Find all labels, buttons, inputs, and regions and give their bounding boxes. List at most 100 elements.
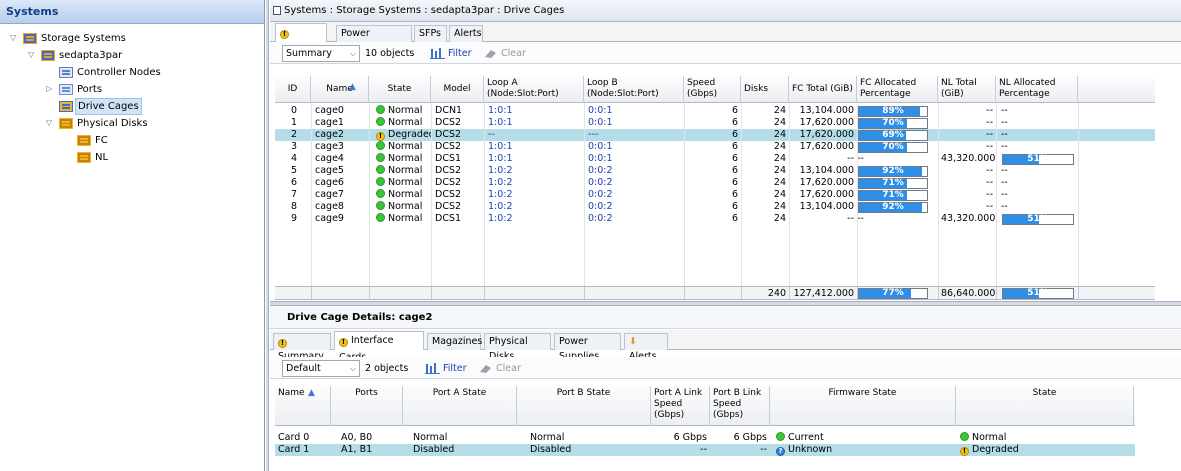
tree-item-sedapta3par[interactable]: ▽ sedapta3par [0, 47, 264, 64]
table-row[interactable]: 4 cage4 Normal DCS1 1:0:1 0:0:1 6 24 -- 43,320.00… [275, 153, 1155, 165]
column-divider [996, 287, 997, 299]
tree-item-ports[interactable]: ▷ Ports [0, 81, 264, 98]
column-header[interactable]: Port B State [517, 386, 651, 426]
cell-nl_total: -- [938, 105, 996, 117]
cell-speed: 6 [684, 189, 741, 201]
cell-id: 8 [275, 201, 311, 213]
tree-item-label: Controller Nodes [77, 67, 161, 78]
tree-item-physical-disks[interactable]: ▽ Physical Disks [0, 115, 264, 132]
view-select[interactable]: Summary ⌵ [282, 45, 360, 62]
column-header[interactable]: NL Total (GiB) [938, 76, 996, 103]
cell-text: 43,320.000 [941, 213, 996, 224]
cell-loopA: 1:0:1 [484, 141, 584, 153]
column-header[interactable]: State [369, 76, 431, 103]
column-header[interactable]: Loop A (Node:Slot:Port) [484, 76, 584, 103]
column-header[interactable]: Name ▲ [275, 386, 331, 426]
cell-portA: Normal [403, 432, 517, 444]
tree-item-drive-cages[interactable]: Drive Cages [0, 98, 264, 115]
table-row[interactable]: 5 cage5 Normal DCS2 1:0:2 0:0:2 6 24 13,104.000 -… [275, 165, 1155, 177]
tab-power-supplies[interactable]: Power Supplies [554, 333, 621, 362]
column-header[interactable]: Speed (Gbps) [684, 76, 741, 103]
sort-ascending-icon[interactable]: ▲ [349, 76, 356, 98]
cell-text: -- [986, 165, 993, 176]
column-header[interactable]: State [956, 386, 1134, 426]
column-header-label: State [387, 84, 412, 94]
sort-ascending-icon[interactable]: ▲ [308, 388, 315, 399]
horizontal-splitter[interactable] [270, 301, 1181, 306]
column-divider [684, 103, 685, 286]
table-row[interactable]: 3 cage3 Normal DCS2 1:0:1 0:0:1 6 24 17,620.000 -… [275, 141, 1155, 153]
cell-text: Normal [388, 105, 423, 116]
expanded-arrow-icon[interactable]: ▽ [10, 32, 20, 44]
column-header[interactable]: Name ▲ [311, 76, 369, 103]
collapsed-arrow-icon[interactable]: ▷ [46, 83, 56, 95]
vertical-splitter[interactable] [265, 0, 269, 471]
column-header[interactable]: Disks [741, 76, 789, 103]
column-header[interactable]: Ports [331, 386, 403, 426]
cell-state: ! Degraded [956, 444, 1134, 456]
bar-value: 51% [1027, 154, 1049, 164]
bar-value: 70% [882, 142, 904, 152]
expanded-arrow-icon[interactable]: ▽ [28, 49, 38, 61]
column-header[interactable]: FC Allocated Percentage [857, 76, 938, 103]
cell-loopA: 1:0:1 [484, 105, 584, 117]
column-header[interactable]: ID [275, 76, 311, 103]
tree-item-fc[interactable]: FC [0, 132, 264, 149]
cell-state: Normal [369, 153, 431, 165]
column-header[interactable]: NL Allocated Percentage [996, 76, 1078, 103]
details-tabbar: !Summary!Interface Cards MagazinesPhysica… [270, 330, 1181, 363]
cell-text: Degraded [388, 129, 431, 140]
cell-text: -- [986, 105, 993, 116]
table-row[interactable]: 0 cage0 Normal DCN1 1:0:1 0:0:1 6 24 13,104.000 -… [275, 105, 1155, 117]
tab-magazines[interactable]: Magazines [427, 333, 482, 350]
cell-disks: 24 [741, 201, 789, 213]
table-row[interactable]: Card 0 A0, B0 Normal Normal 6 Gbps 6 Gbps Curr… [275, 432, 1135, 444]
details-filter-button[interactable]: Filter [425, 360, 467, 377]
column-header[interactable]: Port A State [403, 386, 517, 426]
column-header[interactable]: Port A Link Speed (Gbps) [651, 386, 710, 426]
clear-button[interactable]: Clear [483, 45, 526, 62]
expanded-arrow-icon[interactable]: ▽ [46, 117, 56, 129]
cell-loopB: 0:0:2 [584, 165, 684, 177]
total-fc: 127,412.000 [793, 288, 854, 299]
cell-nl_total: -- [938, 141, 996, 153]
tab-summary[interactable]: !Summary [275, 23, 327, 55]
tab-power-supplies[interactable]: Power Supplies [336, 25, 412, 54]
cell-text: Normal [388, 117, 423, 128]
tree-item-storage-systems[interactable]: ▽ Storage Systems [0, 30, 264, 47]
details-clear-button[interactable]: Clear [478, 360, 521, 377]
column-header-label: Port A State [432, 388, 487, 398]
table-row[interactable]: 6 cage6 Normal DCS2 1:0:2 0:0:2 6 24 17,620.000 -… [275, 177, 1155, 189]
tab-alerts[interactable]: Alerts [449, 25, 483, 42]
cell-name: cage7 [311, 189, 369, 201]
tree-item-nl[interactable]: NL [0, 149, 264, 166]
tree-item-controller-nodes[interactable]: Controller Nodes [0, 64, 264, 81]
tab-alerts[interactable]: ⬇ Alerts [624, 333, 668, 362]
column-header[interactable]: Port B Link Speed (Gbps) [710, 386, 770, 426]
cell-name: Card 0 [275, 432, 331, 444]
table-row[interactable]: 2 cage2! Degraded DCS2 -- --- 6 24 17,620.000 -- 6… [275, 129, 1155, 141]
cell-text: 1:0:2 [488, 213, 513, 224]
table-row[interactable]: 9 cage9 Normal DCS1 1:0:2 0:0:2 6 24 -- 43,320.00… [275, 213, 1155, 225]
column-header[interactable]: Loop B (Node:Slot:Port) [584, 76, 684, 103]
cell-state: ! Degraded [369, 129, 431, 141]
bar-value: 69% [882, 130, 904, 140]
column-header-label: Firmware State [828, 388, 897, 398]
column-header[interactable]: FC Total (GiB) [789, 76, 857, 103]
column-header[interactable]: Firmware State [770, 386, 956, 426]
tab-physical-disks[interactable]: Physical Disks [484, 333, 551, 362]
table-row[interactable]: 7 cage7 Normal DCS2 1:0:2 0:0:2 6 24 17,620.000 -… [275, 189, 1155, 201]
table-row[interactable]: 1 cage1 Normal DCS2 1:0:1 0:0:1 6 24 17,620.000 -… [275, 117, 1155, 129]
column-divider [741, 103, 742, 286]
filter-button[interactable]: Filter [430, 45, 472, 62]
details-view-select[interactable]: Default ⌵ [282, 360, 360, 377]
table-row[interactable]: 8 cage8 Normal DCS2 1:0:2 0:0:2 6 24 13,104.000 -… [275, 201, 1155, 213]
table-row[interactable]: Card 1 A1, B1 Disabled Disabled -- --? Unknown… [275, 444, 1135, 456]
tab-summary[interactable]: !Summary [273, 333, 331, 362]
column-header-label: FC Total (GiB) [792, 84, 853, 94]
tab-sfps[interactable]: SFPs [414, 25, 447, 42]
tab-interface-cards[interactable]: !Interface Cards [334, 331, 424, 363]
column-header[interactable]: Model [431, 76, 484, 103]
bar-value: 51% [1027, 214, 1049, 224]
alert-arrow-icon: ⬇ [629, 336, 637, 347]
